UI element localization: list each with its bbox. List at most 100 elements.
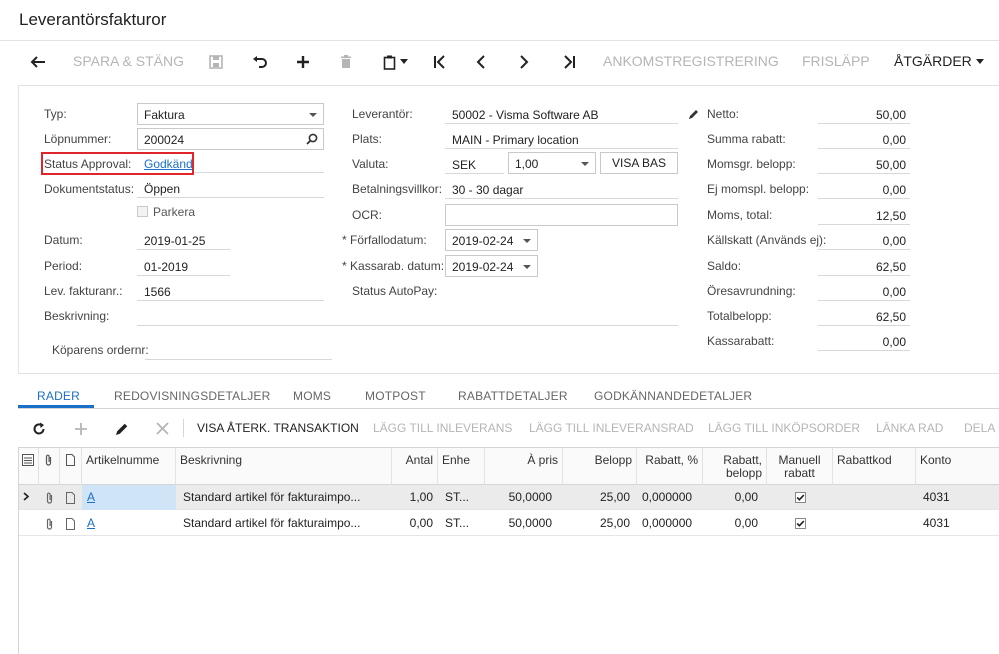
momsgr-label: Momsgr. belopp: <box>707 157 796 171</box>
chevron-down-icon <box>975 59 984 65</box>
antal-cell[interactable]: 1,00 <box>392 485 438 510</box>
rabatt-belopp-cell[interactable]: 0,00 <box>703 485 763 510</box>
rabatt-pct-cell[interactable]: 0,000000 <box>637 485 697 510</box>
col-belopp[interactable]: Belopp <box>563 448 637 485</box>
save-button[interactable] <box>209 41 223 81</box>
add-row-button[interactable] <box>74 411 88 445</box>
tab-rabattdetaljer[interactable]: RABATTDETALJER <box>458 389 568 403</box>
clipboard-button[interactable] <box>383 41 408 81</box>
manuell-rabatt-checkbox[interactable] <box>767 511 833 536</box>
oresavrundning-label: Öresavrundning: <box>707 284 796 298</box>
refresh-button[interactable] <box>32 411 46 445</box>
lagg-till-inkopsorder-button[interactable]: LÄGG TILL INKÖPSORDER <box>708 411 860 445</box>
col-rabatt-belopp[interactable]: Rabatt, belopp <box>703 448 767 485</box>
dela-button[interactable]: DELA U <box>964 411 999 445</box>
col-rabattkod[interactable]: Rabattkod <box>833 448 916 485</box>
col-beskrivning[interactable]: Beskrivning <box>176 448 392 485</box>
status-approval-link[interactable]: Godkänd <box>144 157 193 171</box>
lagg-till-inleveransrad-button[interactable]: LÄGG TILL INLEVERANSRAD <box>529 411 694 445</box>
add-button[interactable] <box>296 41 310 81</box>
attachment-icon[interactable] <box>39 485 60 510</box>
oresavrundning-value: 0,00 <box>882 285 906 299</box>
attachment-icon[interactable] <box>39 511 60 536</box>
back-button[interactable] <box>30 41 46 81</box>
search-icon[interactable] <box>306 133 318 145</box>
edit-row-button[interactable] <box>115 411 129 445</box>
valuta-field[interactable]: SEK <box>452 158 476 172</box>
manuell-rabatt-checkbox[interactable] <box>767 485 833 510</box>
tab-motpost[interactable]: MOTPOST <box>365 389 426 403</box>
table-row[interactable]: A Standard artikel för fakturaimpo... 1,… <box>19 485 999 510</box>
col-apris[interactable]: À pris <box>485 448 563 485</box>
lagg-till-inleverans-button[interactable]: LÄGG TILL INLEVERANS <box>373 411 512 445</box>
levfaktura-field[interactable]: 1566 <box>144 285 171 299</box>
next-record-button[interactable] <box>519 41 529 81</box>
note-icon[interactable] <box>60 485 82 510</box>
rabatt-pct-cell[interactable]: 0,000000 <box>637 511 697 536</box>
save-icon <box>209 55 223 70</box>
prev-record-button[interactable] <box>476 41 486 81</box>
visa-aterk-transaktion-button[interactable]: VISA ÅTERK. TRANSAKTION <box>197 411 359 445</box>
parkera-checkbox[interactable] <box>137 206 148 217</box>
ocr-input[interactable] <box>445 204 678 226</box>
summa-rabatt-label: Summa rabatt: <box>707 132 786 146</box>
apris-cell[interactable]: 50,0000 <box>485 511 557 536</box>
first-record-button[interactable] <box>433 41 447 81</box>
period-field[interactable]: 01-2019 <box>144 260 188 274</box>
leverantor-field[interactable]: 50002 - Visma Software AB <box>452 108 599 122</box>
col-rabatt-pct[interactable]: Rabatt, % <box>637 448 703 485</box>
betalningsvillkor-field[interactable]: 30 - 30 dagar <box>452 183 523 197</box>
delete-button[interactable] <box>340 41 352 81</box>
undo-button[interactable] <box>252 41 268 81</box>
col-artikelnummer[interactable]: Artikelnumme <box>82 448 176 485</box>
tab-godkannandedetaljer[interactable]: GODKÄNNANDEDETALJER <box>594 389 752 403</box>
col-konto[interactable]: Konto <box>916 448 999 485</box>
typ-value: Faktura <box>144 108 185 122</box>
grid-settings-icon[interactable] <box>19 448 39 485</box>
beskrivning-cell[interactable]: Standard artikel för fakturaimpo... <box>178 511 392 536</box>
tab-redovisningsdetaljer[interactable]: REDOVISNINGSDETALJER <box>114 389 270 403</box>
note-icon[interactable] <box>60 511 82 536</box>
konto-cell[interactable]: 4031 <box>918 485 999 510</box>
refresh-icon <box>33 422 45 435</box>
artikel-cell[interactable]: A <box>82 511 176 536</box>
kassarab-datum-picker[interactable]: 2019-02-24 <box>445 255 538 277</box>
plats-field[interactable]: MAIN - Primary location <box>452 133 579 147</box>
belopp-cell[interactable]: 25,00 <box>563 511 635 536</box>
visa-bas-button[interactable]: VISA BAS <box>600 152 678 174</box>
koparens-ordernr-label: Köparens ordernr: <box>52 343 149 357</box>
artikel-cell[interactable]: A <box>82 485 176 510</box>
last-record-button[interactable] <box>562 41 576 81</box>
kallskatt-label: Källskatt (Används ej): <box>707 233 827 247</box>
lanka-rad-button[interactable]: LÄNKA RAD <box>876 411 943 445</box>
typ-select[interactable]: Faktura <box>137 103 324 125</box>
kurs-select[interactable]: 1,00 <box>508 152 596 174</box>
forfallodatum-label: * Förfallodatum: <box>342 233 427 247</box>
tab-moms[interactable]: MOMS <box>293 389 331 403</box>
release-button[interactable]: FRISLÄPP <box>802 41 870 81</box>
enhet-cell[interactable]: ST... <box>440 511 485 536</box>
konto-cell[interactable]: 4031 <box>918 511 999 536</box>
save-close-button[interactable]: SPARA & STÄNG <box>73 41 184 81</box>
enhet-cell[interactable]: ST... <box>440 485 485 510</box>
tab-rader[interactable]: RADER <box>37 389 80 403</box>
delete-row-button[interactable] <box>156 411 169 445</box>
attachment-icon <box>39 448 60 485</box>
rabatt-belopp-cell[interactable]: 0,00 <box>703 511 763 536</box>
lopnummer-field[interactable]: 200024 <box>137 128 324 150</box>
col-enhet[interactable]: Enhe <box>438 448 485 485</box>
col-antal[interactable]: Antal <box>392 448 438 485</box>
chevron-down-icon <box>523 239 531 243</box>
beskrivning-cell[interactable]: Standard artikel för fakturaimpo... <box>178 485 392 510</box>
arrival-registration-button[interactable]: ANKOMSTREGISTRERING <box>603 41 779 81</box>
forfallodatum-picker[interactable]: 2019-02-24 <box>445 229 538 251</box>
col-manuell-rabatt[interactable]: Manuell rabatt <box>767 448 833 485</box>
table-row[interactable]: A Standard artikel för fakturaimpo... 0,… <box>19 511 999 536</box>
datum-field[interactable]: 2019-01-25 <box>144 234 205 248</box>
antal-cell[interactable]: 0,00 <box>392 511 438 536</box>
apris-cell[interactable]: 50,0000 <box>485 485 557 510</box>
pencil-icon[interactable] <box>688 108 700 120</box>
belopp-cell[interactable]: 25,00 <box>563 485 635 510</box>
plus-icon <box>297 56 309 69</box>
actions-menu-button[interactable]: ÅTGÄRDER <box>894 41 984 81</box>
